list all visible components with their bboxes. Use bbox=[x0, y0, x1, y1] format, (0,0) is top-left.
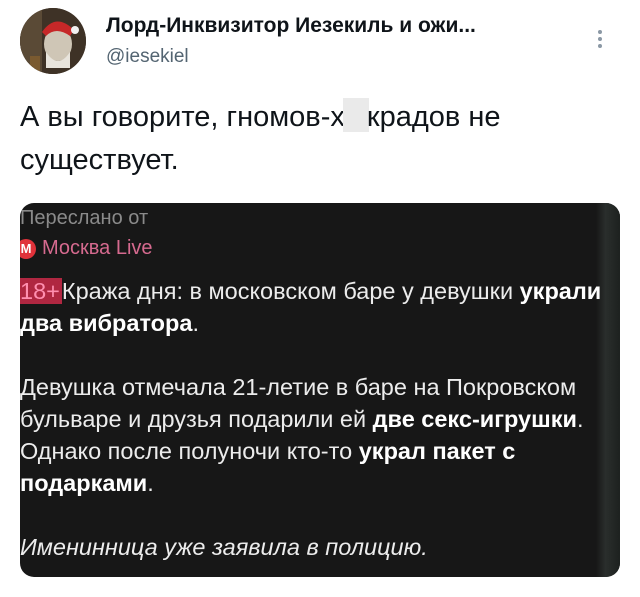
message-title: 18+Кража дня: в московском баре у девушк… bbox=[20, 278, 602, 336]
tweet-text-part-1: А вы говорите, гномов-х bbox=[20, 101, 345, 133]
message-footer: Именинница уже заявила в полицию. bbox=[20, 534, 428, 560]
forwarded-label: Переслано от bbox=[20, 207, 149, 229]
age-badge: 18+ bbox=[20, 278, 62, 304]
censor-blur bbox=[342, 98, 369, 132]
tweet-text: А вы говорите, гномов-х крадов не существ… bbox=[20, 96, 620, 182]
attached-image[interactable]: Переслано от M Москва Live 18+Кража дня:… bbox=[20, 203, 620, 577]
author-avatar[interactable] bbox=[20, 8, 86, 74]
channel-logo-icon: M bbox=[20, 238, 36, 259]
channel-row: M Москва Live bbox=[20, 237, 153, 260]
author-display-name[interactable]: Лорд-Инквизитор Иезекиль и ожи... bbox=[106, 14, 586, 38]
message-body: 18+Кража дня: в московском баре у девушк… bbox=[20, 275, 610, 563]
author-handle[interactable]: @iesekiel bbox=[106, 46, 189, 68]
channel-name: Москва Live bbox=[42, 237, 153, 259]
more-vertical-icon[interactable] bbox=[592, 26, 608, 52]
message-paragraph: Девушка отмечала 21-летие в баре на Покр… bbox=[20, 374, 584, 496]
